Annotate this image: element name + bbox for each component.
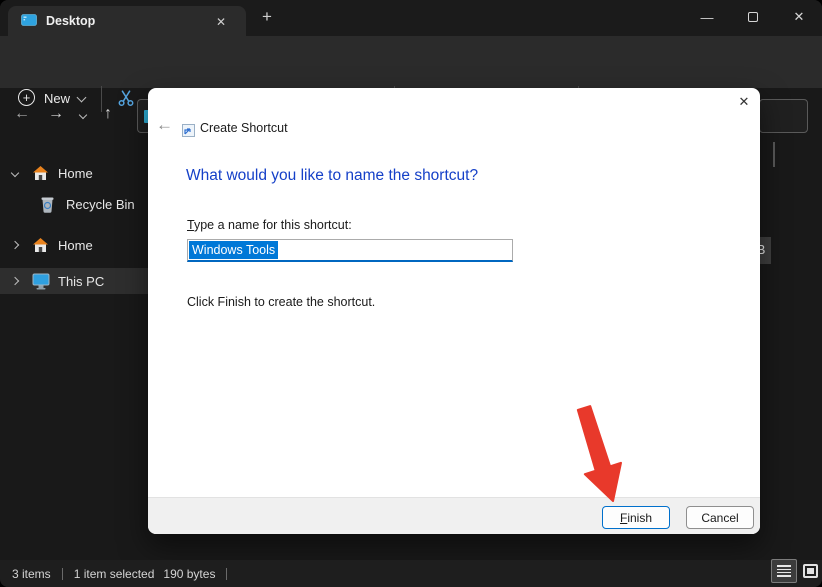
- window-close-button[interactable]: ✕: [776, 0, 822, 34]
- maximize-icon: [748, 12, 758, 22]
- forward-icon[interactable]: →: [48, 105, 64, 123]
- sidebar-item-recycle-bin[interactable]: Recycle Bin: [0, 191, 148, 217]
- dialog-back-icon[interactable]: ←: [156, 115, 173, 135]
- home-icon: [32, 165, 50, 181]
- sidebar-item-home-pinned[interactable]: Home: [0, 160, 148, 186]
- sidebar-item-home[interactable]: Home: [0, 232, 148, 258]
- tab-label: Desktop: [46, 14, 96, 28]
- recent-locations-chevron-icon[interactable]: [78, 110, 88, 120]
- new-icon: +: [18, 89, 35, 106]
- shortcut-name-input[interactable]: Windows Tools: [187, 239, 513, 262]
- tab-desktop[interactable]: Desktop ✕: [8, 6, 246, 36]
- status-bar: 3 items 1 item selected 190 bytes: [0, 560, 822, 587]
- details-view-toggle[interactable]: [771, 559, 797, 583]
- tab-close-icon[interactable]: ✕: [212, 13, 230, 31]
- chevron-down-icon[interactable]: [10, 168, 20, 178]
- search-box[interactable]: [759, 99, 808, 133]
- explorer-window: Desktop ✕ + — ✕ + New A ↑: [0, 0, 822, 587]
- home-icon: [32, 237, 50, 253]
- divider: [101, 86, 102, 112]
- chevron-right-icon[interactable]: [10, 240, 20, 250]
- selection-status: 1 item selected: [73, 566, 155, 581]
- new-chevron-icon: [76, 92, 87, 103]
- titlebar: Desktop ✕ + — ✕: [0, 0, 822, 36]
- shortcut-icon: [182, 124, 195, 142]
- new-tab-button[interactable]: +: [256, 6, 278, 28]
- maximize-button[interactable]: [730, 0, 776, 34]
- cancel-button[interactable]: Cancel: [686, 506, 754, 529]
- minimize-button[interactable]: —: [684, 0, 730, 34]
- divider: [61, 567, 63, 580]
- this-pc-icon: [32, 273, 50, 290]
- command-bar: + New A ↑ ↓ Sort View •••: [0, 36, 822, 112]
- dialog-heading: What would you like to name the shortcut…: [186, 167, 479, 184]
- chevron-right-icon[interactable]: [10, 276, 20, 286]
- up-icon[interactable]: ↑: [104, 105, 112, 123]
- selection-size: 190 bytes: [163, 566, 216, 581]
- dialog-instruction: Click Finish to create the shortcut.: [187, 295, 376, 309]
- sidebar-item-label: Recycle Bin: [66, 196, 135, 212]
- shortcut-name-label: Type a name for this shortcut:: [187, 218, 352, 232]
- dialog-title: Create Shortcut: [200, 121, 288, 135]
- icons-view-toggle[interactable]: [800, 561, 821, 581]
- input-selected-text: Windows Tools: [189, 241, 279, 259]
- sidebar-item-label: This PC: [58, 273, 105, 289]
- desktop-tab-icon: [21, 14, 37, 34]
- dialog-close-icon[interactable]: ✕: [734, 92, 754, 112]
- details-view-icon: [777, 564, 791, 579]
- finish-button[interactable]: Finish: [602, 506, 670, 529]
- sidebar-item-label: Home: [58, 237, 93, 253]
- items-count: 3 items: [12, 566, 51, 581]
- sidebar-item-label: Home: [58, 165, 93, 181]
- sidebar-item-this-pc[interactable]: This PC: [0, 268, 148, 294]
- back-icon[interactable]: ←: [14, 105, 30, 123]
- cut-icon[interactable]: [117, 89, 135, 112]
- new-button[interactable]: New: [44, 91, 70, 106]
- create-shortcut-dialog: ✕ ← Create Shortcut What would you like …: [148, 88, 760, 534]
- scrollbar[interactable]: [773, 142, 775, 167]
- recycle-bin-icon: [40, 196, 58, 213]
- icons-view-icon: [803, 564, 818, 578]
- divider: [226, 567, 228, 580]
